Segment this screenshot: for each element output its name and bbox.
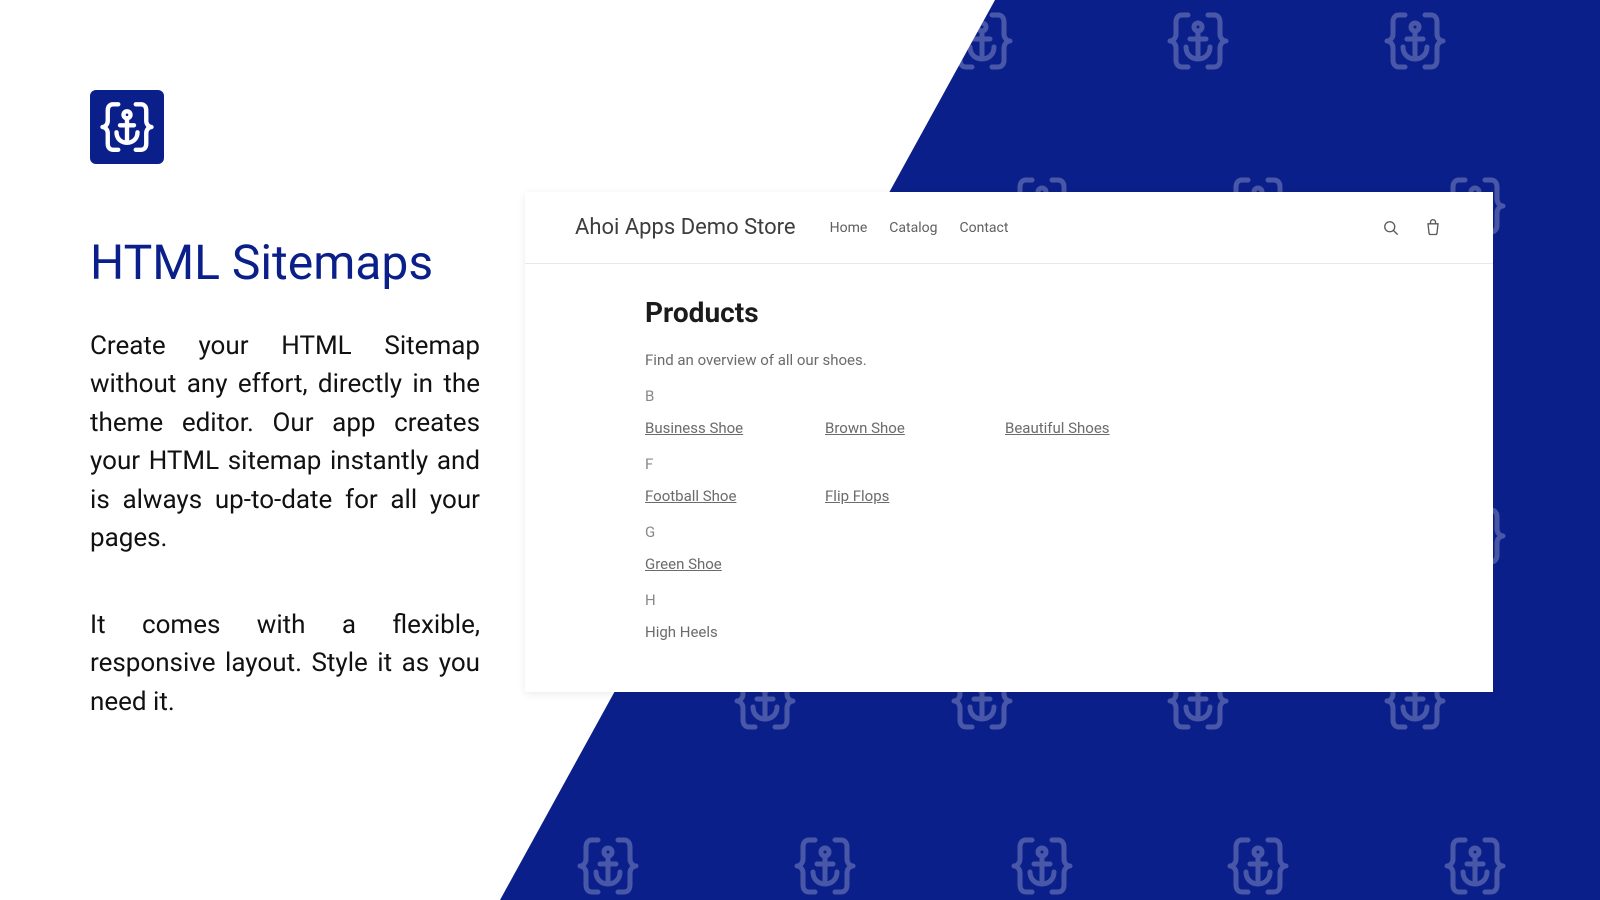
anchor-braces-icon — [1166, 9, 1230, 77]
anchor-braces-icon — [1010, 834, 1074, 900]
app-logo — [90, 90, 164, 164]
store-nav: Home Catalog Contact — [830, 220, 1009, 236]
store-header: Ahoi Apps Demo Store Home Catalog Contac… — [525, 192, 1493, 264]
nav-catalog[interactable]: Catalog — [889, 220, 937, 236]
group-h: H High Heels — [645, 591, 1373, 641]
store-body: Products Find an overview of all our sho… — [525, 264, 1493, 641]
product-link[interactable]: Brown Shoe — [825, 419, 905, 437]
nav-home[interactable]: Home — [830, 220, 868, 236]
anchor-braces-icon — [793, 834, 857, 900]
marketing-paragraph-2: It comes with a flexible, responsive lay… — [90, 606, 480, 721]
products-subtext: Find an overview of all our shoes. — [645, 351, 1373, 369]
group-h-label: H — [645, 591, 1373, 609]
product-link[interactable]: Green Shoe — [645, 555, 722, 573]
store-header-actions — [1381, 218, 1443, 238]
anchor-braces-icon — [1443, 834, 1507, 900]
nav-contact[interactable]: Contact — [959, 220, 1008, 236]
marketing-left-column: HTML Sitemaps Create your HTML Sitemap w… — [90, 90, 480, 721]
anchor-braces-icon — [576, 834, 640, 900]
anchor-braces-icon — [1383, 9, 1447, 77]
group-g-label: G — [645, 523, 1373, 541]
products-heading: Products — [645, 296, 1373, 329]
anchor-braces-icon — [516, 9, 580, 77]
group-g: G Green Shoe — [645, 523, 1373, 573]
group-f: F Football Shoe Flip Flops — [645, 455, 1373, 505]
anchor-braces-icon — [1226, 834, 1290, 900]
marketing-paragraph-1: Create your HTML Sitemap without any eff… — [90, 327, 480, 558]
product-link[interactable]: Beautiful Shoes — [1005, 419, 1110, 437]
product-link[interactable]: High Heels — [645, 623, 718, 641]
product-link[interactable]: Business Shoe — [645, 419, 743, 437]
group-f-label: F — [645, 455, 1373, 473]
product-link[interactable]: Football Shoe — [645, 487, 736, 505]
product-link[interactable]: Flip Flops — [825, 487, 889, 505]
anchor-braces-icon — [950, 9, 1014, 77]
group-b-label: B — [645, 387, 1373, 405]
demo-store-screenshot: Ahoi Apps Demo Store Home Catalog Contac… — [525, 192, 1493, 692]
page-title: HTML Sitemaps — [90, 234, 480, 291]
store-name: Ahoi Apps Demo Store — [575, 215, 796, 240]
cart-icon[interactable] — [1423, 218, 1443, 238]
search-icon[interactable] — [1381, 218, 1401, 238]
anchor-braces-icon — [733, 9, 797, 77]
page-root: HTML Sitemaps Create your HTML Sitemap w… — [0, 0, 1600, 900]
group-b: B Business Shoe Brown Shoe Beautiful Sho… — [645, 387, 1373, 437]
